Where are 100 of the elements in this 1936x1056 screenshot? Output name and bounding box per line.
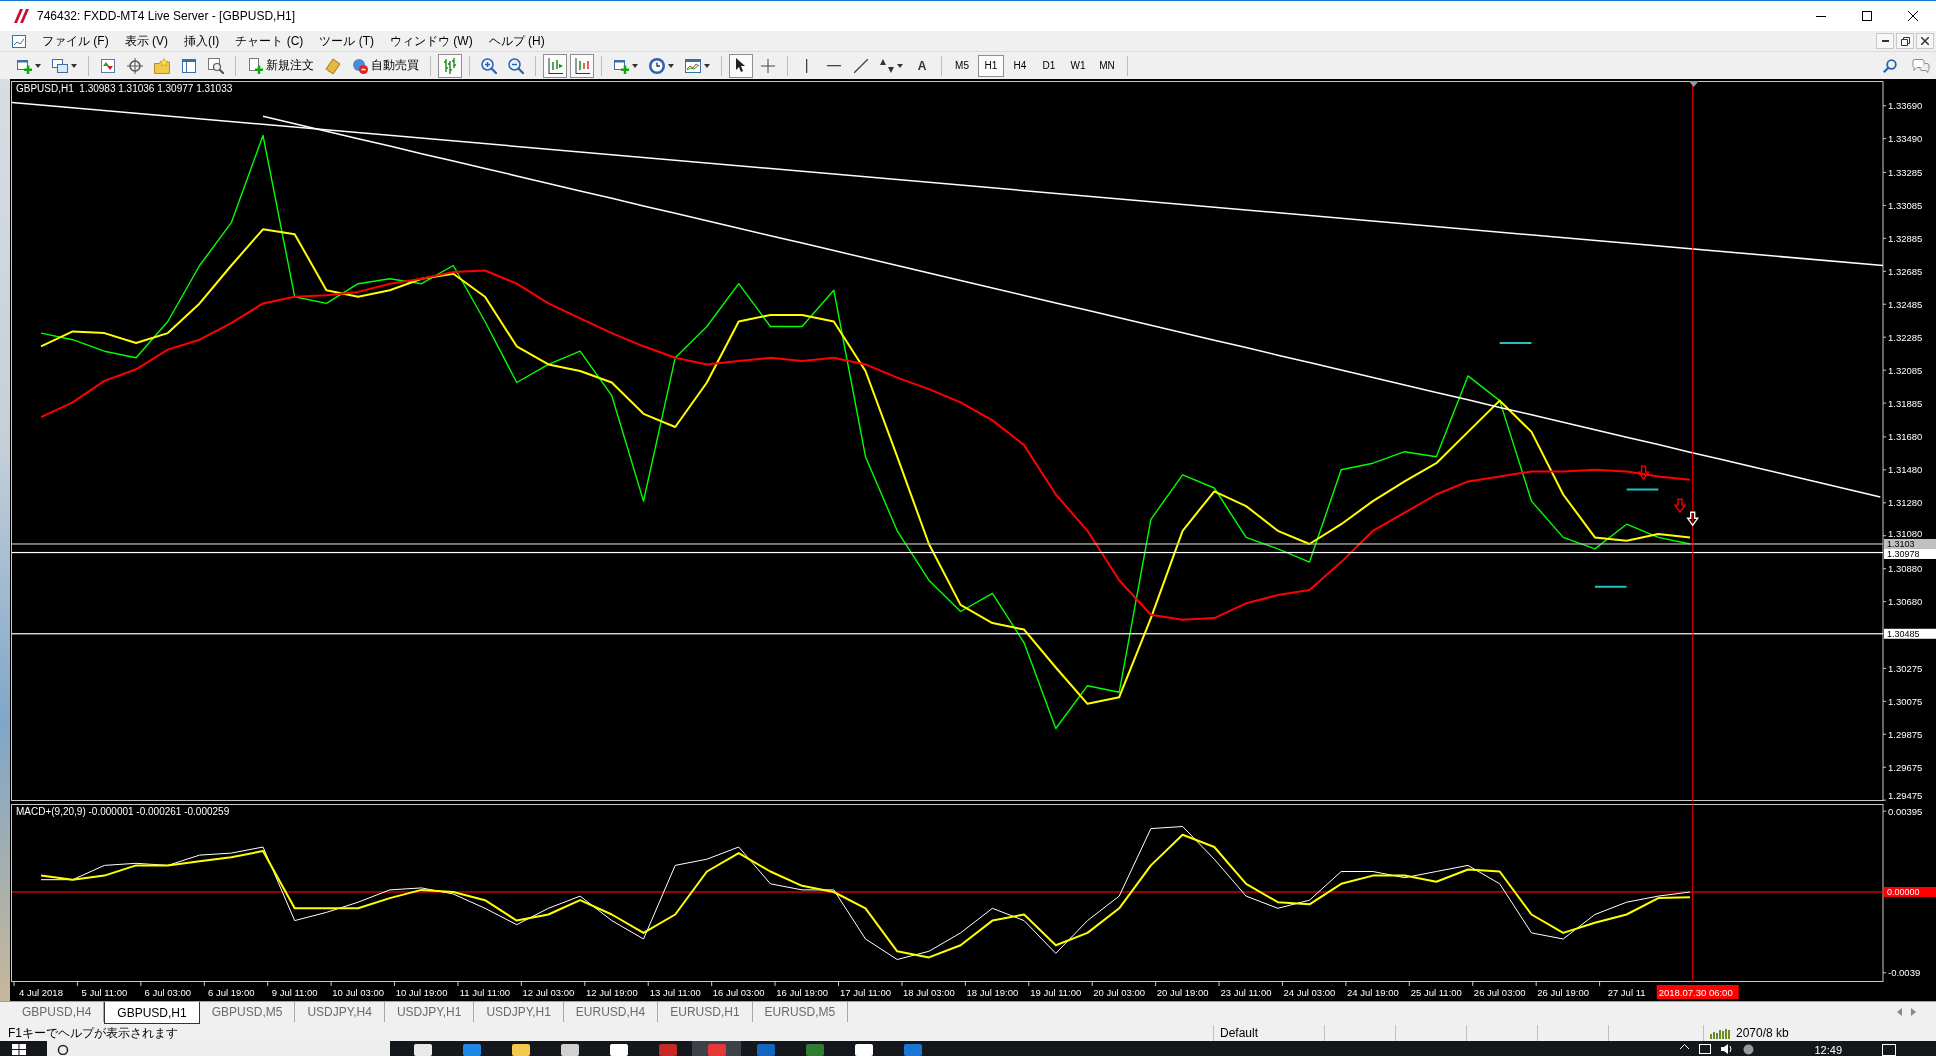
folder-star-icon bbox=[154, 57, 170, 74]
window-plus-icon bbox=[613, 57, 629, 74]
chart-shift-button[interactable] bbox=[543, 53, 567, 78]
chart-tab[interactable]: EURUSD,M5 bbox=[752, 1002, 849, 1022]
chart-tab[interactable]: GBPUSD,M5 bbox=[199, 1002, 296, 1022]
clock-text[interactable]: 12:49 bbox=[1814, 1044, 1842, 1056]
price-axis-label: 1.31680 bbox=[1888, 431, 1923, 443]
time-axis-label: 5 Jul 11:00 bbox=[81, 986, 128, 998]
timeframe-button[interactable]: H4 bbox=[1007, 54, 1033, 77]
time-axis-label: 26 Jul 03:00 bbox=[1473, 986, 1526, 998]
restore-button[interactable] bbox=[1896, 33, 1914, 49]
menu-item[interactable]: チャート (C) bbox=[227, 32, 312, 50]
text-tool-button[interactable]: A bbox=[910, 53, 934, 78]
menu-item[interactable]: ツール (T) bbox=[311, 32, 382, 50]
scroll-right-icon[interactable] bbox=[1911, 1008, 1916, 1016]
time-axis-label: 24 Jul 03:00 bbox=[1283, 986, 1336, 998]
scroll-left-icon[interactable] bbox=[1897, 1008, 1902, 1016]
timeframe-button[interactable]: M5 bbox=[949, 54, 975, 77]
time-axis-label: 12 Jul 03:00 bbox=[522, 986, 575, 998]
price-axis-label: 1.31885 bbox=[1888, 397, 1923, 409]
timeframe-button[interactable]: MN bbox=[1094, 54, 1120, 77]
time-axis-label: 19 Jul 11:00 bbox=[1030, 986, 1082, 998]
app-icon bbox=[854, 1044, 873, 1056]
traffic-text: 2070/8 kb bbox=[1736, 1026, 1789, 1040]
auto-scroll-button[interactable] bbox=[570, 53, 594, 78]
ref-line-label: 1.30978 bbox=[1887, 548, 1920, 559]
price-tag: 1.3103 bbox=[1884, 538, 1936, 549]
price-tag: 1.30485 bbox=[1884, 628, 1936, 639]
time-axis-label: 16 Jul 19:00 bbox=[776, 986, 828, 998]
speaker-icon[interactable] bbox=[1721, 1044, 1734, 1054]
value-tag: 0.00000 bbox=[1884, 887, 1936, 897]
search-icon bbox=[57, 1044, 69, 1055]
price-axis-label: 1.29475 bbox=[1888, 789, 1923, 801]
chart-tab[interactable]: USDJPY,H1 bbox=[384, 1002, 475, 1022]
notification-icon[interactable] bbox=[1882, 1044, 1896, 1056]
auto-trading-button[interactable]: 自動売買 bbox=[348, 53, 423, 78]
time-axis-label: 4 Jul 2018 bbox=[19, 986, 63, 998]
price-axis-label: 1.32285 bbox=[1888, 331, 1923, 343]
time-axis-label: 16 Jul 03:00 bbox=[712, 986, 765, 998]
document-plus-icon bbox=[247, 57, 263, 74]
timeframe-button[interactable]: H1 bbox=[978, 54, 1004, 77]
time-axis-label: 18 Jul 03:00 bbox=[903, 986, 955, 998]
time-axis-label: 11 Jul 11:00 bbox=[459, 986, 511, 998]
new-order-button[interactable]: 新規注文 bbox=[243, 53, 318, 78]
search-icon bbox=[1883, 58, 1897, 73]
price-axis-label: 1.30075 bbox=[1888, 695, 1923, 707]
cursor-button[interactable] bbox=[729, 53, 753, 78]
timeframe-button[interactable]: W1 bbox=[1065, 54, 1091, 77]
time-axis-label: 23 Jul 11:00 bbox=[1220, 986, 1272, 998]
time-axis-label: 26 Jul 19:00 bbox=[1537, 986, 1590, 998]
menu-item[interactable]: ヘルプ (H) bbox=[480, 32, 553, 50]
chart-tab[interactable]: EURUSD,H4 bbox=[563, 1002, 659, 1022]
app-icon bbox=[511, 1044, 530, 1056]
caret-icon bbox=[704, 63, 710, 68]
menu-item[interactable]: ファイル (F) bbox=[34, 32, 117, 50]
chart-header: GBPUSD,H1 1.30983 1.31036 1.30977 1.31033 bbox=[16, 83, 233, 94]
app-icon bbox=[707, 1044, 726, 1056]
price-axis-label: 1.32485 bbox=[1888, 298, 1923, 310]
menu-item[interactable]: 挿入(I) bbox=[176, 32, 228, 50]
quote-board-icon bbox=[100, 57, 116, 74]
menu-item[interactable]: 表示 (V) bbox=[116, 32, 176, 50]
app-icon bbox=[609, 1044, 628, 1056]
time-axis-label: 10 Jul 19:00 bbox=[395, 986, 448, 998]
monitor-icon[interactable] bbox=[1699, 1044, 1712, 1054]
time-axis-label: 13 Jul 11:00 bbox=[649, 986, 701, 998]
arrows-icon bbox=[880, 58, 894, 73]
bar-chart-button[interactable] bbox=[438, 53, 462, 78]
close-icon bbox=[1921, 37, 1929, 45]
shift-marker-icon bbox=[1688, 81, 1699, 87]
app-icon bbox=[560, 1044, 579, 1056]
chart-tab[interactable]: EURUSD,H1 bbox=[658, 1002, 753, 1022]
price-axis-label: 1.33490 bbox=[1888, 133, 1923, 145]
chevron-icon[interactable] bbox=[1680, 1044, 1690, 1049]
timeframe-button[interactable]: D1 bbox=[1036, 54, 1062, 77]
chart-shift-icon bbox=[547, 57, 563, 74]
diagonal-line-icon bbox=[854, 58, 868, 73]
circle-icon[interactable] bbox=[1743, 1044, 1755, 1055]
close-button[interactable] bbox=[1916, 33, 1934, 49]
start-icon[interactable] bbox=[12, 1044, 26, 1055]
price-axis-label: 1.29875 bbox=[1888, 728, 1923, 740]
chart-tab[interactable]: USDJPY,H1 bbox=[474, 1002, 564, 1022]
ref-line-label: 1.30485 bbox=[1887, 628, 1920, 639]
minimize-button[interactable] bbox=[1876, 33, 1894, 49]
down-arrow-icon bbox=[1673, 498, 1687, 514]
chart-window-icon bbox=[685, 58, 701, 73]
window-title: 746432: FXDD-MT4 Live Server - [GBPUSD,H1] bbox=[37, 9, 296, 23]
indicator-header: MACD+(9,20,9) -0.000001 -0.000261 -0.000259 bbox=[16, 806, 230, 817]
app-icon bbox=[903, 1044, 922, 1056]
signal-bars-icon bbox=[1710, 1027, 1732, 1039]
time-axis-label: 24 Jul 19:00 bbox=[1347, 986, 1399, 998]
time-axis-label: 10 Jul 03:00 bbox=[332, 986, 384, 998]
menu-item[interactable]: ウィンドウ (W) bbox=[382, 32, 481, 50]
app-icon bbox=[658, 1044, 677, 1056]
auto-scroll-icon bbox=[574, 57, 590, 74]
chart-tab[interactable]: USDJPY,H4 bbox=[295, 1002, 385, 1022]
search-field[interactable] bbox=[47, 1041, 390, 1056]
app-icon bbox=[462, 1044, 481, 1056]
chart-tab[interactable]: GBPUSD,H1 bbox=[104, 1002, 200, 1024]
price-axis-label: 1.33285 bbox=[1888, 166, 1923, 178]
app-icon bbox=[805, 1044, 824, 1056]
